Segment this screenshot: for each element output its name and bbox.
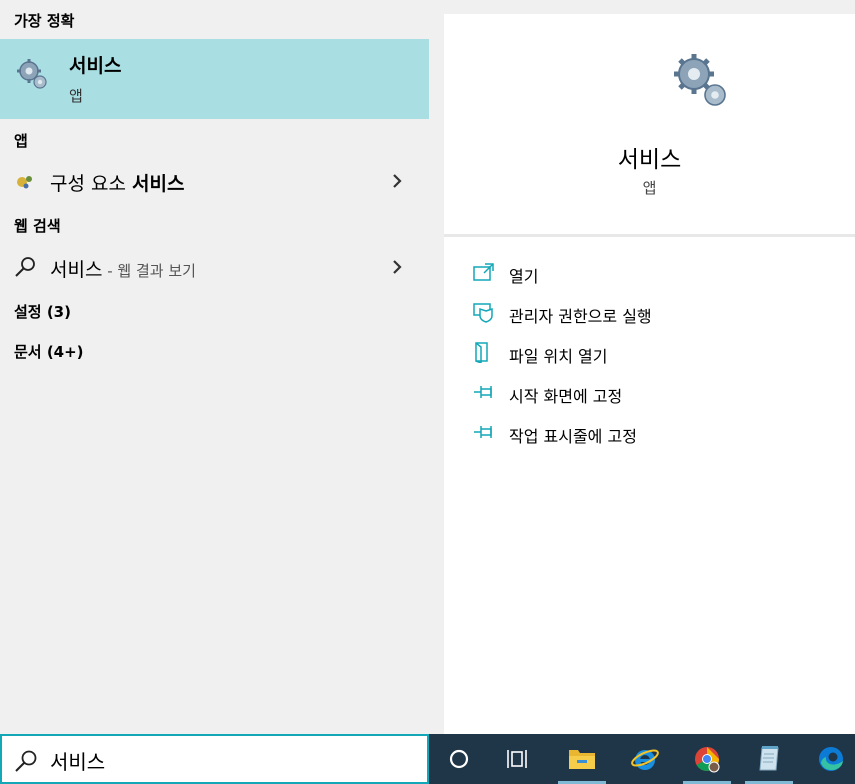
task-view-button[interactable] [491,734,547,784]
best-match-header: 가장 정확 [14,12,75,30]
internet-explorer-icon [631,749,659,770]
best-match-title: 서비스 [69,55,122,77]
web-search-label: 서비스 - 웹 결과 보기 [50,259,196,281]
preview-title: 서비스 [617,147,682,173]
web-search-header: 웹 검색 [14,217,61,235]
preview-subtitle: 앱 [642,179,657,197]
search-input[interactable]: 서비스 [50,746,105,775]
action-open-file-location[interactable]: 파일 위치 열기 [444,335,855,371]
file-explorer-button[interactable] [554,734,610,784]
actions-list: 열기 관리자 권한으로 실행 파일 위치 열기 시작 화면에 고정 작업 표시줄… [444,237,855,734]
chevron-right-icon[interactable] [388,258,406,276]
search-icon [15,257,35,277]
edge-icon [819,747,843,771]
app-item-component-services[interactable]: 구성 요소 서비스 [0,161,429,201]
notepad-button[interactable] [741,734,797,784]
action-open[interactable]: 열기 [444,255,855,291]
chrome-icon [695,747,720,773]
component-services-icon [17,176,32,189]
chrome-button[interactable] [679,734,735,784]
taskbar [429,734,855,784]
internet-explorer-button[interactable] [617,734,673,784]
best-match-subtitle: 앱 [69,87,83,105]
file-location-icon [475,342,488,363]
best-match-item[interactable]: 서비스 앱 [0,39,429,119]
search-box[interactable]: 서비스 [0,734,429,784]
open-icon [473,263,494,281]
apps-header: 앱 [14,132,28,150]
gears-icon [674,54,726,106]
cortana-icon [449,749,469,769]
search-icon [15,750,37,772]
preview-header: 서비스 앱 [444,14,855,234]
pin-start-icon [474,386,492,398]
action-pin-to-start[interactable]: 시작 화면에 고정 [444,375,855,411]
task-view-icon [507,750,527,768]
action-pin-to-taskbar[interactable]: 작업 표시줄에 고정 [444,415,855,451]
pin-taskbar-icon [474,426,492,438]
edge-button[interactable] [803,734,855,784]
settings-header[interactable]: 설정 (3) [14,301,71,322]
documents-header[interactable]: 문서 (4+) [14,341,84,362]
web-search-item[interactable]: 서비스 - 웹 결과 보기 [0,247,429,287]
notepad-icon [759,746,779,771]
action-run-as-admin[interactable]: 관리자 권한으로 실행 [444,295,855,331]
chevron-right-icon[interactable] [388,172,406,190]
results-panel: 가장 정확 서비스 앱 앱 구성 요소 서비스 웹 검색 서비스 - 웹 결과 … [0,0,429,734]
app-item-label: 구성 요소 서비스 [50,173,185,195]
file-explorer-icon [569,750,595,769]
gears-icon [17,59,47,89]
run-as-admin-icon [473,303,493,323]
cortana-button[interactable] [431,734,487,784]
